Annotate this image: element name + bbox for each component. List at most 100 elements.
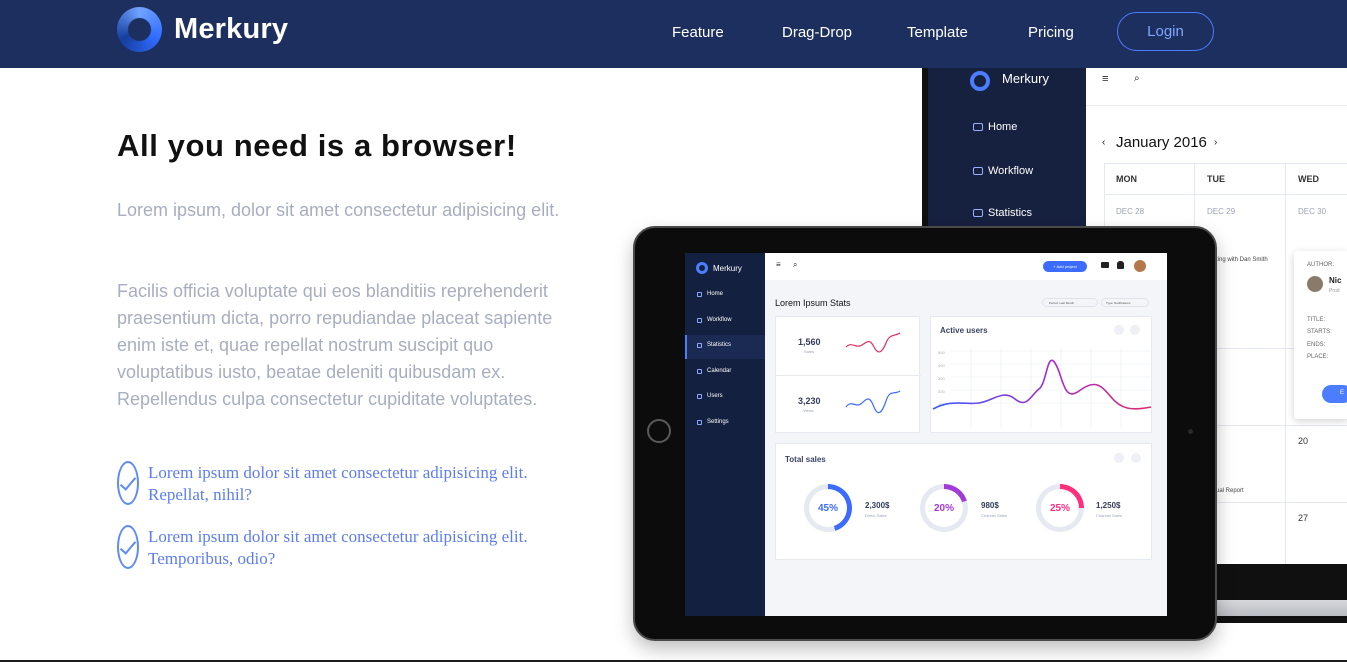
sales-sparkline xyxy=(845,332,901,353)
dashboard-menu-settings[interactable]: Settings xyxy=(707,419,729,425)
trash-icon[interactable] xyxy=(1130,325,1140,335)
date-dec-30: DEC 30 xyxy=(1298,207,1327,216)
hero-paragraph-body: Facilis officia voluptate qui eos blandi… xyxy=(117,281,553,409)
hero-paragraph-intro: Lorem ipsum, dolor sit amet consectetur … xyxy=(117,200,560,220)
calendar-event[interactable]: ual Report xyxy=(1216,488,1244,494)
feature-check-2: Lorem ipsum dolor sit amet consectetur a… xyxy=(148,527,528,568)
active-users-chart xyxy=(932,349,1152,429)
popup-title-label: TITLE: xyxy=(1307,317,1326,323)
statistics-icon xyxy=(973,209,983,217)
workflow-icon xyxy=(973,167,983,175)
grid-line xyxy=(1104,194,1347,195)
home-icon xyxy=(973,123,983,131)
grid-line xyxy=(1285,163,1286,564)
popup-action-button[interactable]: E xyxy=(1322,385,1347,403)
login-button[interactable]: Login xyxy=(1117,12,1214,51)
day-header-wed: WED xyxy=(1298,174,1319,184)
popup-author-label: AUTHOR: xyxy=(1307,262,1334,268)
avatar[interactable] xyxy=(1134,260,1146,272)
stats-card: 1,560 Sales 3,230 Views xyxy=(775,316,921,433)
dashboard-topbar: ≡ ⌕ + Add project xyxy=(765,253,1167,280)
ring-amount: 2,300$ xyxy=(865,501,890,510)
event-popup: AUTHOR: Nic Prod TITLE: STARTS: ENDS: PL… xyxy=(1294,251,1347,419)
brand-name: Merkury xyxy=(174,13,289,45)
laptop-menu-home: Home xyxy=(988,121,1018,133)
search-icon: ⌕ xyxy=(1134,73,1140,84)
avatar xyxy=(1307,276,1323,292)
edit-icon[interactable] xyxy=(1114,325,1124,335)
ring-percent: 45% xyxy=(809,489,847,527)
popup-author-role: Prod xyxy=(1329,288,1340,294)
laptop-topbar: ≡ ⌕ xyxy=(1086,68,1347,106)
popup-ends-label: ENDS: xyxy=(1307,342,1326,348)
landing-page: Merkury Feature Drag-Drop Template Prici… xyxy=(0,0,1347,662)
laptop-menu-statistics: Statistics xyxy=(988,207,1033,219)
chevron-left-icon: ‹ xyxy=(1102,137,1106,148)
dashboard-menu-calendar[interactable]: Calendar xyxy=(707,368,731,374)
menu-icon[interactable]: ≡ xyxy=(776,260,781,269)
dashboard-logo-icon xyxy=(696,262,708,274)
camera-icon xyxy=(1188,429,1193,434)
sales-ring-channel-1: 20% xyxy=(920,484,968,532)
calendar-month: January 2016 xyxy=(1116,134,1207,151)
check-circle-icon xyxy=(117,525,139,569)
dashboard-sidebar: Merkury Home Workflow Statistics Calenda… xyxy=(685,253,765,616)
stat-sales-label: Sales xyxy=(804,349,815,354)
bell-icon[interactable] xyxy=(1117,261,1124,269)
views-sparkline xyxy=(845,390,901,414)
feature-check-1: Lorem ipsum dolor sit amet consectetur a… xyxy=(148,463,528,504)
divider xyxy=(776,375,921,376)
nav-link-pricing[interactable]: Pricing xyxy=(1028,24,1074,41)
type-filter[interactable]: Type: Notifications xyxy=(1101,298,1149,307)
popup-starts-label: STARTS: xyxy=(1307,329,1332,335)
day-header-tue: TUE xyxy=(1207,174,1225,184)
stats-heading: Lorem Ipsum Stats xyxy=(775,298,851,308)
laptop-menu-workflow: Workflow xyxy=(988,165,1034,177)
ring-percent: 25% xyxy=(1041,489,1079,527)
dashboard-brand: Merkury xyxy=(713,264,742,273)
ring-percent: 20% xyxy=(925,489,963,527)
ring-amount: 1,250$ xyxy=(1096,501,1121,510)
active-users-title: Active users xyxy=(940,326,988,335)
nav-link-template[interactable]: Template xyxy=(907,24,968,41)
settings-icon xyxy=(697,420,702,425)
mail-icon[interactable] xyxy=(1101,262,1109,268)
popup-button-label: E xyxy=(1340,390,1345,396)
total-sales-card: Total sales 45% 2,300$ Direct Sales 20% … xyxy=(775,443,1152,560)
popup-author-name: Nic xyxy=(1329,276,1342,285)
date-dec-28: DEC 28 xyxy=(1116,207,1145,216)
search-icon[interactable]: ⌕ xyxy=(793,260,797,270)
popup-place-label: PLACE: xyxy=(1307,354,1329,360)
total-sales-title: Total sales xyxy=(785,455,826,464)
nav-link-drag-drop[interactable]: Drag-Drop xyxy=(782,24,852,41)
edit-icon[interactable] xyxy=(1114,453,1124,463)
check-circle-icon xyxy=(117,461,139,505)
sales-ring-direct: 45% xyxy=(804,484,852,532)
stat-sales-value: 1,560 xyxy=(798,337,821,347)
home-button-icon xyxy=(647,419,671,443)
brand[interactable]: Merkury xyxy=(117,7,288,52)
period-filter[interactable]: Period: Last Month xyxy=(1042,298,1098,307)
dashboard-menu-workflow[interactable]: Workflow xyxy=(707,317,732,323)
chevron-right-icon: › xyxy=(1214,137,1218,148)
calendar-icon xyxy=(697,369,702,374)
sales-ring-channel-2: 25% xyxy=(1036,484,1084,532)
add-project-button[interactable]: + Add project xyxy=(1043,261,1087,272)
trash-icon[interactable] xyxy=(1131,453,1141,463)
active-users-card: Active users 500 400 300 200 100 xyxy=(930,316,1152,433)
hero-title: All you need is a browser! xyxy=(117,128,517,163)
ring-amount: 980$ xyxy=(981,501,999,510)
date-dec-29: DEC 29 xyxy=(1207,207,1236,216)
dashboard-menu-statistics[interactable]: Statistics xyxy=(707,342,731,348)
dashboard-menu-users[interactable]: Users xyxy=(707,393,723,399)
users-icon xyxy=(697,394,702,399)
home-icon xyxy=(697,292,702,297)
dashboard-menu-home[interactable]: Home xyxy=(707,291,723,297)
ring-label: Channel Sales xyxy=(1096,513,1123,518)
nav-link-feature[interactable]: Feature xyxy=(672,24,724,41)
calendar-event[interactable]: ting with Dan Smith xyxy=(1216,257,1268,263)
day-header-mon: MON xyxy=(1116,174,1137,184)
stat-views-label: Views xyxy=(803,408,814,413)
ring-label: Channel Sales xyxy=(981,513,1008,518)
workflow-icon xyxy=(697,318,702,323)
